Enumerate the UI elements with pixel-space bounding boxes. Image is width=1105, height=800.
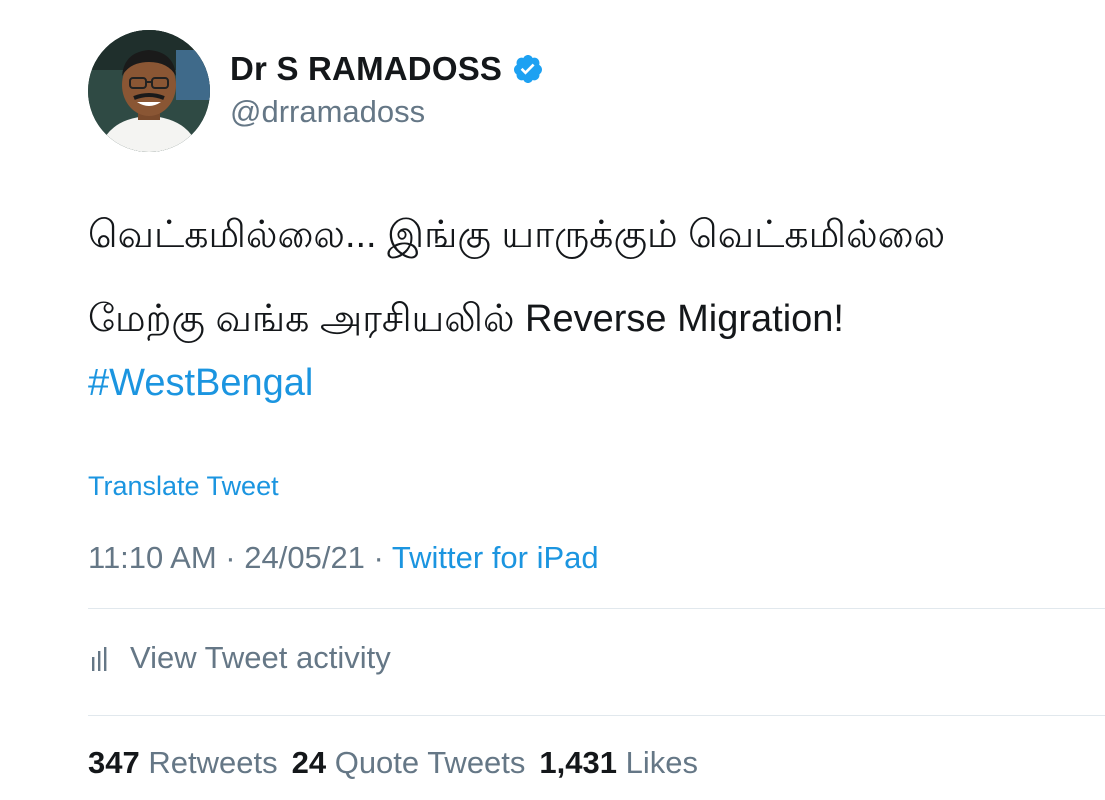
tweet-text-line-2: மேற்கு வங்க அரசியலில் Reverse Migration! bbox=[88, 298, 844, 340]
avatar[interactable] bbox=[88, 30, 210, 152]
quote-tweets-stat[interactable]: 24 Quote Tweets bbox=[292, 745, 526, 780]
tweet-text-line-1: வெட்கமில்லை... இங்கு யாருக்கும் வெட்கமில… bbox=[88, 214, 946, 256]
retweets-label: Retweets bbox=[148, 745, 278, 780]
tweet-time: 11:10 AM bbox=[88, 540, 217, 575]
quote-tweets-count: 24 bbox=[291, 745, 327, 780]
display-name-text: Dr S RAMADOSS bbox=[230, 50, 503, 87]
tweet-source-link[interactable]: Twitter for iPad bbox=[392, 540, 599, 575]
likes-count: 1,431 bbox=[539, 745, 617, 780]
meta-separator: · bbox=[364, 540, 392, 575]
tweet-date: 24/05/21 bbox=[244, 540, 365, 575]
retweets-count: 347 bbox=[88, 745, 140, 780]
divider bbox=[88, 715, 1105, 716]
tweet-stats: 347 Retweets 24 Quote Tweets 1,431 Likes bbox=[88, 745, 712, 781]
meta-separator: · bbox=[216, 540, 245, 575]
translate-tweet-link[interactable]: Translate Tweet bbox=[88, 471, 279, 502]
display-name[interactable]: Dr S RAMADOSS bbox=[230, 50, 544, 88]
verified-badge-icon bbox=[512, 53, 544, 85]
likes-label: Likes bbox=[625, 745, 698, 780]
quote-tweets-label: Quote Tweets bbox=[334, 745, 526, 780]
hashtag-link[interactable]: #WestBengal bbox=[88, 362, 313, 405]
retweets-stat[interactable]: 347 Retweets bbox=[88, 745, 278, 780]
tweet-meta: 11:10 AM · 24/05/21 · Twitter for iPad bbox=[88, 540, 599, 576]
user-handle[interactable]: @drramadoss bbox=[230, 94, 425, 130]
likes-stat[interactable]: 1,431 Likes bbox=[539, 745, 698, 780]
view-tweet-activity-button[interactable]: View Tweet activity bbox=[88, 640, 391, 676]
view-tweet-activity-label: View Tweet activity bbox=[130, 640, 391, 675]
tweet-detail: Dr S RAMADOSS @drramadoss வெட்கமில்லை...… bbox=[0, 0, 1105, 800]
bar-chart-icon bbox=[92, 647, 107, 671]
divider bbox=[88, 608, 1105, 609]
